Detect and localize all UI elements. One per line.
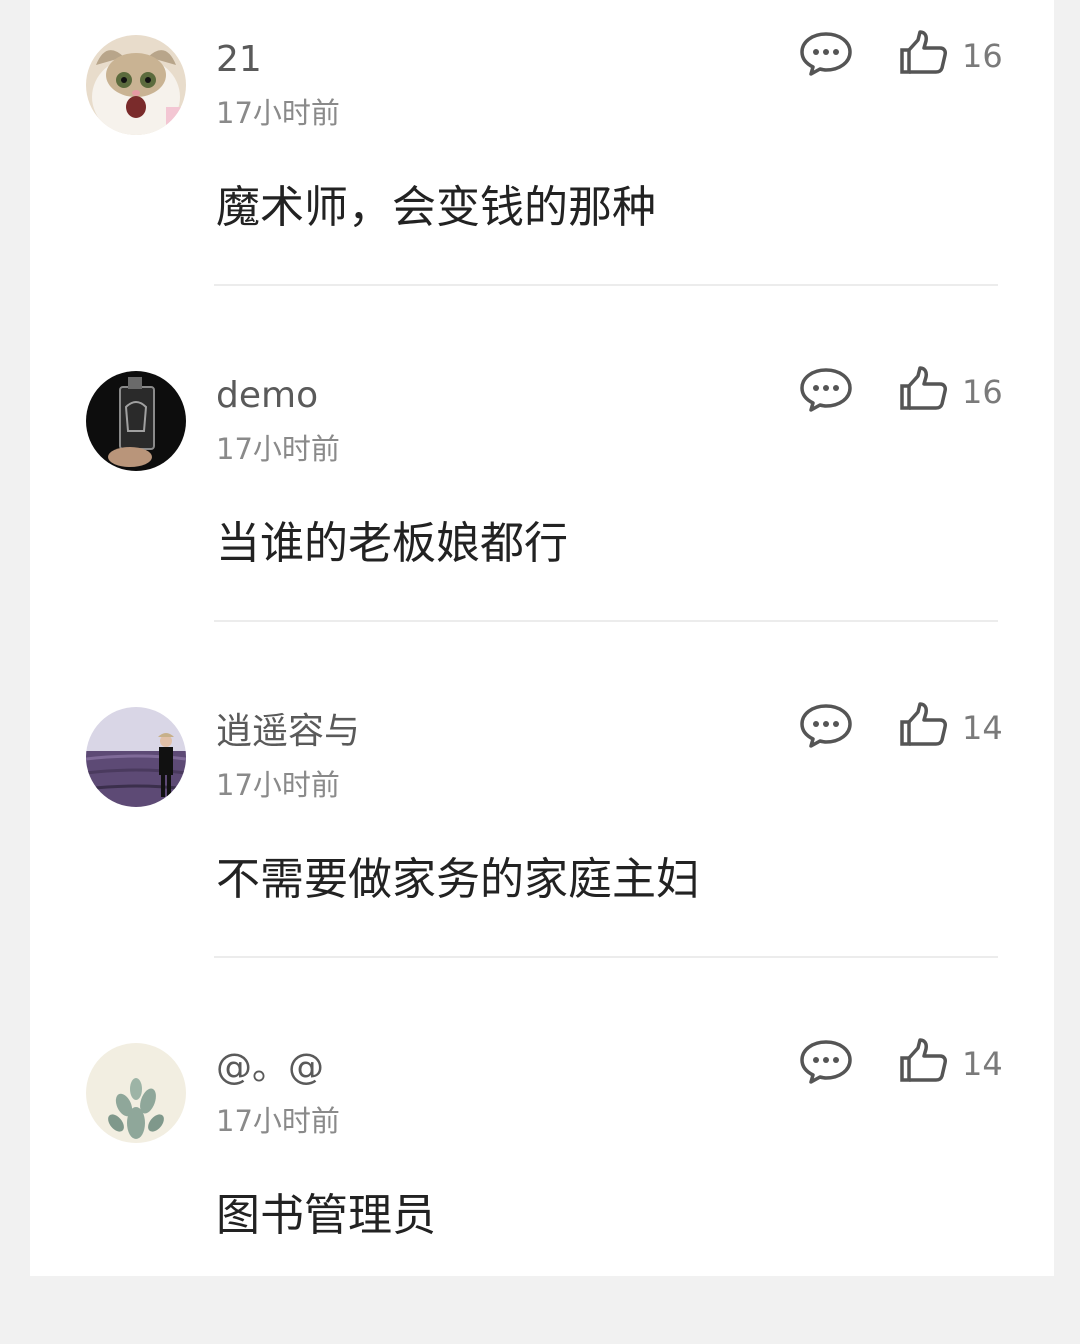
- user-avatar[interactable]: [86, 707, 186, 807]
- comment-time: 17小时前: [216, 96, 340, 130]
- comment-text: 不需要做家务的家庭主妇: [216, 854, 700, 905]
- comment-list: 21 17小时前 16 魔术师，会变钱的那种 demo 17小时前 16 当谁的…: [30, 0, 1054, 1276]
- comment-bubble-icon: [800, 368, 852, 412]
- thumbs-up-icon: [900, 702, 947, 746]
- like-button[interactable]: 14: [896, 700, 1016, 752]
- reply-button[interactable]: [798, 702, 854, 750]
- like-button[interactable]: 16: [896, 364, 1016, 416]
- username[interactable]: 逍遥容与: [216, 710, 360, 754]
- user-avatar[interactable]: [86, 371, 186, 471]
- comment-text: 当谁的老板娘都行: [216, 518, 568, 569]
- comment-bubble-icon: [800, 32, 852, 76]
- thumbs-up-icon: [900, 1038, 947, 1082]
- comment-bubble-icon: [800, 1040, 852, 1084]
- like-button[interactable]: 14: [896, 1036, 1016, 1088]
- comment-bubble-icon: [800, 704, 852, 748]
- user-avatar[interactable]: [86, 35, 186, 135]
- like-button[interactable]: 16: [896, 28, 1016, 80]
- comment-item: 21 17小时前 16 魔术师，会变钱的那种: [30, 0, 1054, 336]
- thumbs-up-icon: [900, 366, 947, 410]
- reply-button[interactable]: [798, 30, 854, 78]
- comment-item: @。@ 17小时前 14 图书管理员: [30, 1008, 1054, 1344]
- reply-button[interactable]: [798, 1038, 854, 1086]
- username[interactable]: @。@: [216, 1046, 324, 1090]
- divider: [214, 284, 998, 286]
- like-count: 16: [962, 373, 1003, 411]
- user-avatar[interactable]: [86, 1043, 186, 1143]
- thumbs-up-icon: [900, 30, 947, 74]
- comment-time: 17小时前: [216, 1104, 340, 1138]
- reply-button[interactable]: [798, 366, 854, 414]
- comment-item: demo 17小时前 16 当谁的老板娘都行: [30, 336, 1054, 672]
- username[interactable]: 21: [216, 38, 262, 82]
- comment-item: 逍遥容与 17小时前 14 不需要做家务的家庭主妇: [30, 672, 1054, 1008]
- username[interactable]: demo: [216, 374, 318, 418]
- like-count: 16: [962, 37, 1003, 75]
- like-count: 14: [962, 1045, 1003, 1083]
- divider: [214, 620, 998, 622]
- comment-text: 图书管理员: [216, 1190, 436, 1241]
- like-count: 14: [962, 709, 1003, 747]
- divider: [214, 956, 998, 958]
- comment-text: 魔术师，会变钱的那种: [216, 182, 656, 233]
- comment-time: 17小时前: [216, 432, 340, 466]
- comment-time: 17小时前: [216, 768, 340, 802]
